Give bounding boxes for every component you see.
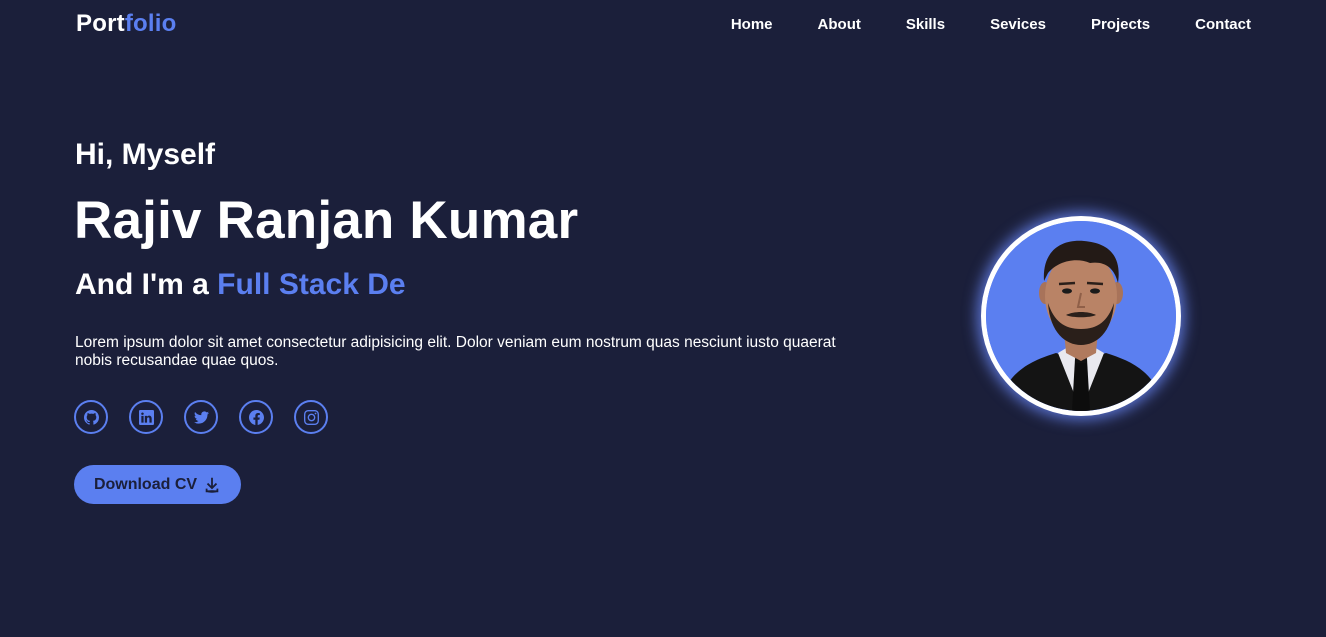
- logo[interactable]: Portfolio: [76, 10, 176, 38]
- twitter-icon: [193, 410, 209, 424]
- instagram-icon: [303, 409, 319, 425]
- hero-role-typed: Full Stack De: [217, 268, 406, 301]
- linkedin-link[interactable]: [129, 400, 163, 434]
- hero-name: Rajiv Ranjan Kumar: [74, 191, 579, 250]
- main-nav: Home About Skills Sevices Projects Conta…: [731, 16, 1251, 33]
- download-icon: [205, 477, 219, 493]
- hero-role: And I'm a Full Stack De: [75, 268, 405, 302]
- hero-greeting: Hi, Myself: [75, 138, 216, 171]
- nav-link-about[interactable]: About: [818, 16, 861, 33]
- instagram-link[interactable]: [294, 400, 328, 434]
- download-cv-label: Download CV: [93, 475, 198, 493]
- nav-link-home[interactable]: Home: [731, 16, 773, 33]
- linkedin-icon: [138, 409, 154, 425]
- github-link[interactable]: [74, 400, 108, 434]
- nav-link-services[interactable]: Sevices: [990, 16, 1046, 33]
- nav-link-contact[interactable]: Contact: [1195, 16, 1251, 33]
- download-cv-button[interactable]: Download CV: [74, 465, 241, 504]
- nav-link-skills[interactable]: Skills: [906, 16, 945, 33]
- twitter-link[interactable]: [184, 400, 218, 434]
- profile-photo: [986, 221, 1176, 411]
- logo-main-text: Port: [76, 10, 125, 37]
- nav-link-projects[interactable]: Projects: [1091, 16, 1150, 33]
- page: Portfolio Home About Skills Sevices Proj…: [0, 0, 1326, 637]
- profile-avatar: [981, 216, 1181, 416]
- social-links: [74, 400, 328, 434]
- github-icon: [83, 409, 99, 425]
- hero-role-prefix: And I'm a: [75, 268, 209, 301]
- logo-accent-text: folio: [124, 10, 177, 37]
- facebook-link[interactable]: [239, 400, 273, 434]
- facebook-icon: [248, 409, 264, 425]
- hero-description: Lorem ipsum dolor sit amet consectetur a…: [75, 334, 836, 369]
